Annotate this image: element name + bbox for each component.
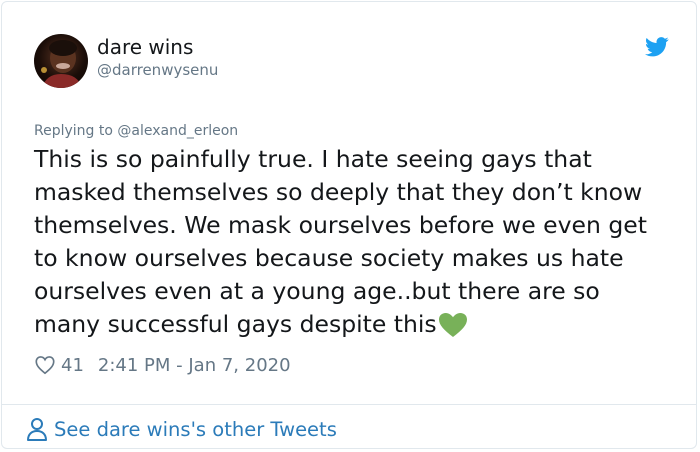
author-display-name[interactable]: dare wins — [97, 33, 193, 61]
author-screen-name[interactable]: @darrenwysenu — [97, 60, 218, 80]
tweet-text: This is so painfully true. I hate seeing… — [34, 143, 684, 341]
see-more-tweets-link[interactable]: See dare wins's other Tweets — [26, 415, 337, 443]
tweet-timestamp[interactable]: 2:41 PM - Jan 7, 2020 — [98, 355, 291, 376]
person-icon — [27, 418, 47, 441]
avatar[interactable] — [34, 34, 88, 88]
see-more-label: See dare wins's other Tweets — [54, 417, 337, 441]
replying-to-link[interactable]: Replying to @alexand_erleon — [34, 121, 238, 141]
divider — [2, 404, 696, 405]
heart-outline-icon — [35, 356, 55, 375]
like-button[interactable]: 41 — [34, 354, 84, 376]
tweet-meta: 41 2:41 PM - Jan 7, 2020 — [34, 352, 291, 378]
embedded-tweet-card: dare wins @darrenwysenu Replying to @ale… — [1, 1, 697, 449]
green-heart-emoji — [438, 313, 467, 337]
twitter-bird-icon[interactable] — [645, 37, 669, 57]
like-count: 41 — [61, 354, 84, 376]
tweet-body: This is so painfully true. I hate seeing… — [34, 145, 647, 338]
